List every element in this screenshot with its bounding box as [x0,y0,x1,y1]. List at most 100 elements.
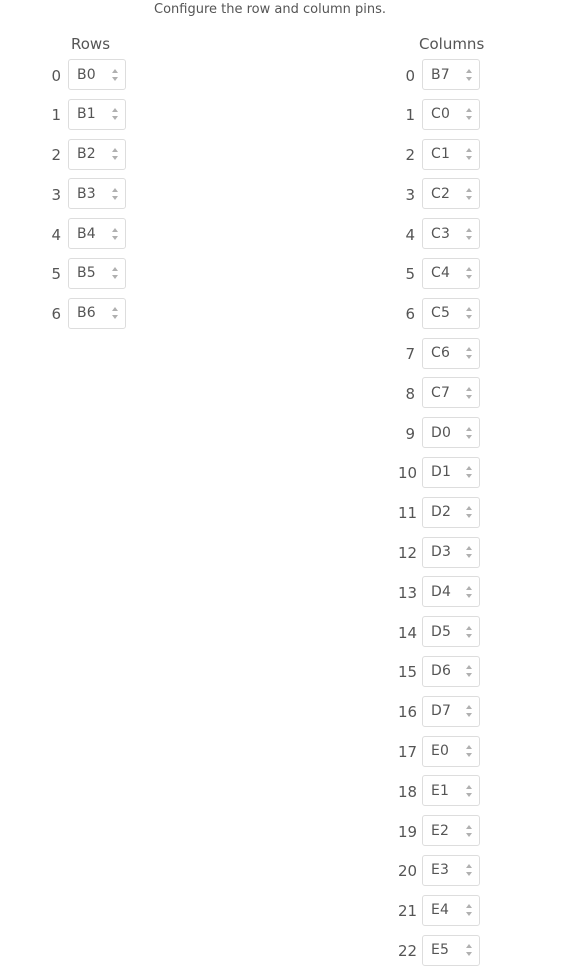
column-pin-value: E3 [431,862,450,879]
row-pin-index: 1 [51,106,61,125]
select-arrows-icon [112,187,118,200]
column-pin-index: 3 [405,185,415,204]
column-pin-index: 0 [405,66,415,85]
column-pin-select[interactable]: C5 [422,297,480,329]
column-pin-value: E1 [431,782,450,799]
column-pin-row: 4 C3 [398,217,484,250]
rows-pin-list: 0 B0 1 B1 2 B2 3 B3 4 B4 5 B5 6 B6 [44,58,126,330]
column-pin-value: B7 [431,66,450,83]
column-pin-select[interactable]: D7 [422,695,480,727]
column-pin-select[interactable]: C0 [422,98,480,130]
column-pin-select[interactable]: E4 [422,894,480,926]
column-pin-row: 20 E3 [398,854,484,887]
select-arrows-icon [112,307,118,320]
column-pin-index: 2 [405,146,415,165]
rows-heading: Rows [71,35,111,53]
select-arrows-icon [112,267,118,280]
columns-section: Columns 0 B7 1 C0 2 C1 3 C2 4 C3 5 C4 6 C5 7 C6 8 C7 9 D0 10… [398,34,484,973]
column-pin-value: D6 [431,663,452,680]
select-arrows-icon [466,944,472,957]
column-pin-row: 5 C4 [398,257,484,290]
row-pin-select[interactable]: B0 [68,59,126,90]
column-pin-select[interactable]: D3 [422,536,480,568]
row-pin-row: 5 B5 [44,257,126,290]
column-pin-index: 4 [405,225,415,244]
column-pin-value: D1 [431,464,452,481]
select-arrows-icon [466,267,472,280]
column-pin-value: D3 [431,544,452,561]
column-pin-index: 18 [398,782,418,801]
column-pin-index: 12 [398,544,418,563]
row-pin-row: 2 B2 [44,138,126,171]
row-pin-value: B5 [77,265,96,282]
column-pin-select[interactable]: C4 [422,257,480,289]
select-arrows-icon [466,546,472,559]
select-arrows-icon [466,426,472,439]
column-pin-select[interactable]: D4 [422,576,480,608]
column-pin-value: C3 [431,225,451,242]
column-pin-value: C2 [431,185,451,202]
select-arrows-icon [466,784,472,797]
column-pin-select[interactable]: D2 [422,496,480,528]
column-pin-row: 3 C2 [398,177,484,210]
column-pin-select[interactable]: D1 [422,456,480,488]
column-pin-row: 1 C0 [398,98,484,131]
row-pin-select[interactable]: B4 [68,218,126,250]
column-pin-index: 7 [405,345,415,364]
column-pin-row: 11 D2 [398,496,484,529]
column-pin-select[interactable]: D0 [422,417,480,449]
column-pin-select[interactable]: D6 [422,655,480,687]
column-pin-index: 9 [405,424,415,443]
column-pin-select[interactable]: E0 [422,735,480,767]
select-arrows-icon [466,705,472,718]
select-arrows-icon [466,824,472,837]
column-pin-select[interactable]: E3 [422,854,480,886]
column-pin-index: 14 [398,623,418,642]
column-pin-value: C1 [431,146,451,163]
column-pin-row: 16 D7 [398,695,484,728]
row-pin-row: 6 B6 [44,297,126,330]
column-pin-index: 21 [398,902,418,921]
column-pin-select[interactable]: C3 [422,218,480,250]
select-arrows-icon [466,665,472,678]
row-pin-select[interactable]: B2 [68,138,126,170]
select-arrows-icon [112,68,118,81]
select-arrows-icon [466,466,472,479]
column-pin-select[interactable]: C6 [422,337,480,369]
select-arrows-icon [466,68,472,81]
select-arrows-icon [112,148,118,161]
column-pin-row: 15 D6 [398,655,484,688]
select-arrows-icon [466,307,472,320]
column-pin-select[interactable]: E1 [422,775,480,807]
column-pin-select[interactable]: C2 [422,178,480,210]
column-pin-value: E2 [431,822,450,839]
select-arrows-icon [466,148,472,161]
column-pin-select[interactable]: E2 [422,815,480,847]
instructions-text: Configure the row and column pins. [154,2,386,17]
column-pin-select[interactable]: B7 [422,59,480,90]
column-pin-select[interactable]: C7 [422,377,480,409]
column-pin-select[interactable]: C1 [422,138,480,170]
column-pin-row: 8 C7 [398,376,484,409]
column-pin-row: 7 C6 [398,337,484,370]
column-pin-row: 22 E5 [398,934,484,967]
column-pin-index: 16 [398,703,418,722]
row-pin-select[interactable]: B5 [68,257,126,289]
column-pin-index: 20 [398,862,418,881]
row-pin-value: B6 [77,305,96,322]
column-pin-index: 1 [405,106,415,125]
row-pin-select[interactable]: B3 [68,178,126,210]
column-pin-value: C6 [431,345,451,362]
column-pin-row: 12 D3 [398,536,484,569]
row-pin-row: 3 B3 [44,177,126,210]
column-pin-row: 14 D5 [398,615,484,648]
column-pin-select[interactable]: D5 [422,616,480,648]
row-pin-select[interactable]: B6 [68,297,126,329]
column-pin-select[interactable]: E5 [422,934,480,966]
row-pin-value: B3 [77,185,96,202]
column-pin-row: 10 D1 [398,456,484,489]
row-pin-select[interactable]: B1 [68,98,126,130]
select-arrows-icon [466,108,472,121]
column-pin-value: C5 [431,305,451,322]
row-pin-value: B4 [77,225,96,242]
